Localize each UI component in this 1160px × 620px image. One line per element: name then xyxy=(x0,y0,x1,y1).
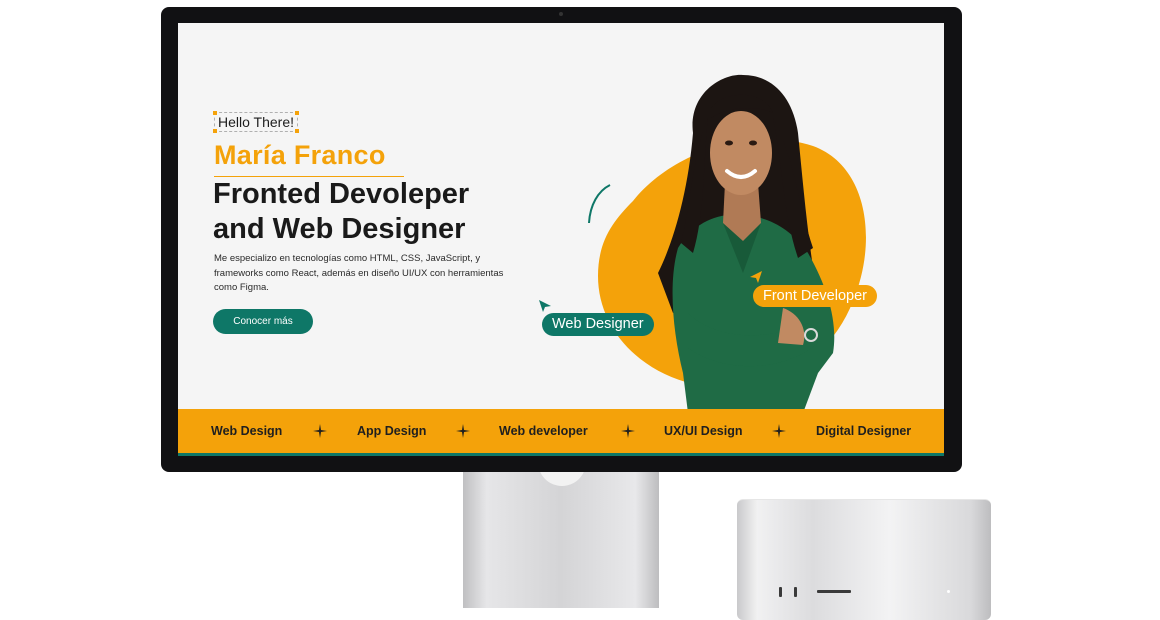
hero-description: Me especializo en tecnologías como HTML,… xyxy=(214,253,504,293)
pc-port xyxy=(779,587,782,597)
camera-icon xyxy=(559,12,563,16)
teal-arc-decoration xyxy=(588,184,611,224)
hero-name: María Franco xyxy=(214,140,386,170)
marquee-item: Web Design xyxy=(211,424,283,438)
marquee-item: Digital Designer xyxy=(816,424,912,438)
greeting-text: Hello There! xyxy=(218,114,295,130)
skills-marquee: Web Design App Design Web developer UX/U… xyxy=(178,409,944,456)
profile-photo xyxy=(658,74,835,413)
monitor-stand xyxy=(463,468,659,608)
selection-handle xyxy=(295,129,300,133)
selection-handle xyxy=(213,129,217,133)
mini-pc xyxy=(737,499,991,620)
marquee-item: UX/UI Design xyxy=(664,424,743,438)
greeting-badge: Hello There! xyxy=(213,111,300,133)
cursor-arrow-icon xyxy=(750,271,762,283)
learn-more-button[interactable]: Conocer más xyxy=(213,309,313,334)
pc-power-led xyxy=(947,590,950,593)
marquee-item: Web developer xyxy=(499,424,588,438)
website-screen: Hello There! María Franco Fronted Devole… xyxy=(178,23,944,456)
marquee-item: App Design xyxy=(357,424,427,438)
selection-handle xyxy=(295,111,300,115)
pc-port xyxy=(794,587,797,597)
web-designer-tag: Web Designer xyxy=(542,313,654,336)
sparkle-icon xyxy=(313,424,327,438)
sparkle-icon xyxy=(772,424,786,438)
headline-line-2: and Web Designer xyxy=(213,213,466,245)
cursor-arrow-icon xyxy=(539,300,551,312)
headline-line-1: Fronted Devoleper xyxy=(213,178,470,210)
selection-handle xyxy=(213,111,217,115)
hero-headline: Fronted Devoleper and Web Designer xyxy=(213,177,533,247)
front-developer-tag: Front Developer xyxy=(753,285,877,307)
sparkle-icon xyxy=(621,424,635,438)
sparkle-icon xyxy=(456,424,470,438)
pc-slot xyxy=(817,590,851,593)
